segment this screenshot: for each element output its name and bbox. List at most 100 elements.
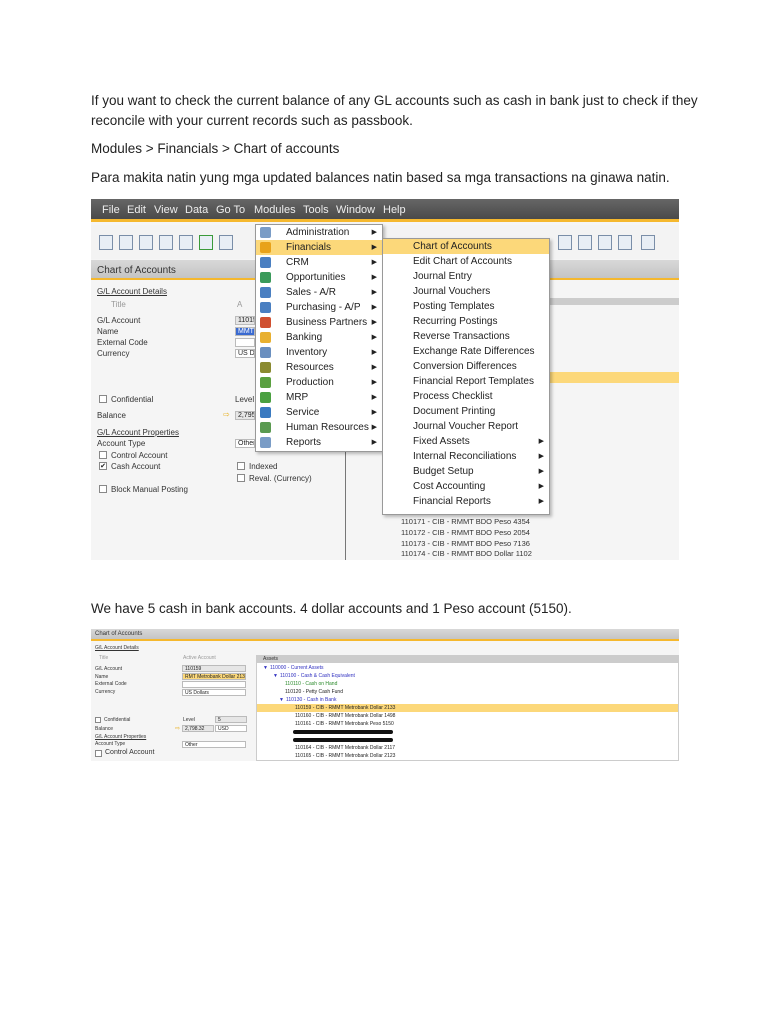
toolbar-icon[interactable] (558, 235, 572, 250)
menu-item-production[interactable]: Production ▶ (256, 375, 382, 390)
title-radio[interactable]: Title (111, 300, 126, 309)
menu-item-inventory[interactable]: Inventory ▶ (256, 345, 382, 360)
sms-icon[interactable] (159, 235, 173, 250)
submenu-item-cost-accounting[interactable]: Cost Accounting ▶ (383, 479, 549, 494)
currency-select[interactable]: US Dollars (182, 689, 246, 696)
tree-node[interactable]: 110165 - CIB - RMMT Metrobank Dollar 212… (293, 753, 395, 759)
currency-select[interactable]: US Do (235, 349, 255, 358)
tree-node[interactable]: 110120 - Petty Cash Fund (283, 689, 343, 695)
submenu-arrow-icon: ▶ (371, 409, 377, 416)
menu-help[interactable]: Help (383, 204, 406, 216)
tree-node[interactable]: 110164 - CIB - RMMT Metrobank Dollar 211… (293, 745, 395, 751)
balance-currency-select[interactable]: USD (215, 725, 247, 732)
submenu-item-recurring-postings[interactable]: Recurring Postings (383, 314, 549, 329)
menu-item-reports[interactable]: Reports ▶ (256, 435, 382, 450)
submenu-item-posting-templates[interactable]: Posting Templates (383, 299, 549, 314)
menu-edit[interactable]: Edit (127, 204, 146, 216)
expand-arrow-icon[interactable]: ▼ (263, 665, 268, 671)
word-icon[interactable] (219, 235, 233, 250)
print-icon[interactable] (119, 235, 133, 250)
menu-item-service[interactable]: Service ▶ (256, 405, 382, 420)
submenu-item-budget-setup[interactable]: Budget Setup ▶ (383, 464, 549, 479)
tree-node[interactable]: ▼ 110100 - Cash & Cash Equivalent (273, 673, 355, 679)
account-row[interactable]: 110172 - CIB - RMMT BDO Peso 2054 (401, 528, 530, 537)
balance-label: Balance (97, 411, 126, 420)
menu-data[interactable]: Data (185, 204, 208, 216)
excel-icon[interactable] (199, 235, 213, 250)
external-code-field[interactable] (235, 338, 255, 347)
submenu-item-document-printing[interactable]: Document Printing (383, 404, 549, 419)
account-type-select[interactable]: Other (235, 439, 255, 448)
submenu-item-edit-chart-of-accounts[interactable]: Edit Chart of Accounts (383, 254, 549, 269)
menu-file[interactable]: File (102, 204, 120, 216)
tree-node[interactable]: 110160 - CIB - RMMT Metrobank Dollar 149… (293, 713, 395, 719)
external-code-field[interactable] (182, 681, 246, 688)
tree-node[interactable]: 110159 - CIB - RMMT Metrobank Dollar 213… (293, 705, 395, 711)
submenu-item-financial-reports[interactable]: Financial Reports ▶ (383, 494, 549, 509)
submenu-item-journal-entry[interactable]: Journal Entry (383, 269, 549, 284)
tree-node-label: 110165 - CIB - RMMT Metrobank Dollar 212… (295, 753, 396, 759)
tree-node[interactable]: 110161 - CIB - RMMT Metrobank Peso 5150 (293, 721, 394, 727)
menu-modules[interactable]: Modules (254, 204, 296, 216)
toolbar-icon[interactable] (641, 235, 655, 250)
menu-item-opportunities[interactable]: Opportunities ▶ (256, 270, 382, 285)
arrow-link-icon[interactable]: ⇨ (223, 410, 230, 419)
submenu-item-reverse-transactions[interactable]: Reverse Transactions (383, 329, 549, 344)
submenu-item-internal-reconciliations[interactable]: Internal Reconciliations ▶ (383, 449, 549, 464)
active-radio[interactable]: A (237, 300, 242, 309)
menu-item-purchasing-a-p[interactable]: Purchasing - A/P ▶ (256, 300, 382, 315)
submenu-item-conversion-differences[interactable]: Conversion Differences (383, 359, 549, 374)
control-account-checkbox[interactable] (99, 451, 107, 459)
fax-icon[interactable] (179, 235, 193, 250)
email-icon[interactable] (139, 235, 153, 250)
selected-row[interactable] (549, 372, 679, 383)
account-row[interactable]: 110173 - CIB - RMMT BDO Peso 7136 (401, 539, 530, 548)
toolbar-icon[interactable] (598, 235, 612, 250)
submenu-item-exchange-rate-differences[interactable]: Exchange Rate Differences (383, 344, 549, 359)
name-field[interactable]: RMT Metrobank Dollar 2133 (182, 673, 246, 680)
active-radio[interactable]: Active Account (183, 655, 216, 661)
submenu-item-fixed-assets[interactable]: Fixed Assets ▶ (383, 434, 549, 449)
menu-window[interactable]: Window (336, 204, 375, 216)
tree-node[interactable]: ▼ 110000 - Current Assets (263, 665, 324, 671)
expand-arrow-icon[interactable]: ▼ (273, 673, 278, 679)
account-row[interactable]: 110171 - CIB - RMMT BDO Peso 4354 (401, 517, 530, 526)
menu-item-human-resources[interactable]: Human Resources ▶ (256, 420, 382, 435)
confidential-checkbox[interactable] (99, 395, 107, 403)
submenu-arrow-icon: ▶ (538, 483, 544, 490)
menu-tools[interactable]: Tools (303, 204, 329, 216)
control-account-checkbox[interactable] (95, 750, 102, 757)
toolbar-icon[interactable] (578, 235, 592, 250)
name-field[interactable]: MMT (235, 327, 255, 336)
menu-item-mrp[interactable]: MRP ▶ (256, 390, 382, 405)
gl-account-field[interactable]: 11015 (235, 316, 255, 325)
menu-item-financials[interactable]: Financials ▶ (256, 240, 382, 255)
submenu-item-process-checklist[interactable]: Process Checklist (383, 389, 549, 404)
confidential-checkbox[interactable] (95, 717, 101, 723)
menu-item-sales-a-r[interactable]: Sales - A/R ▶ (256, 285, 382, 300)
submenu-item-journal-vouchers[interactable]: Journal Vouchers (383, 284, 549, 299)
menu-item-resources[interactable]: Resources ▶ (256, 360, 382, 375)
submenu-item-journal-voucher-report[interactable]: Journal Voucher Report (383, 419, 549, 434)
tree-node[interactable]: ▼ 110130 - Cash in Bank (279, 697, 336, 703)
tree-node[interactable]: 110110 - Cash on Hand (283, 681, 337, 687)
title-radio[interactable]: Title (99, 655, 108, 661)
arrow-link-icon[interactable]: ⇨ (175, 725, 180, 732)
menu-item-banking[interactable]: Banking ▶ (256, 330, 382, 345)
expand-arrow-icon[interactable]: ▼ (279, 697, 284, 703)
reval-checkbox[interactable] (237, 474, 245, 482)
menu-item-business-partners[interactable]: Business Partners ▶ (256, 315, 382, 330)
block-manual-posting-checkbox[interactable] (99, 485, 107, 493)
cash-account-checkbox[interactable]: ✔ (99, 462, 107, 470)
menu-item-administration[interactable]: Administration ▶ (256, 225, 382, 240)
submenu-item-financial-report-templates[interactable]: Financial Report Templates (383, 374, 549, 389)
toolbar-icon[interactable] (618, 235, 632, 250)
menu-view[interactable]: View (154, 204, 178, 216)
account-row[interactable]: 110174 - CIB - RMMT BDO Dollar 1102 (401, 549, 532, 558)
menu-goto[interactable]: Go To (216, 204, 245, 216)
preview-icon[interactable] (99, 235, 113, 250)
indexed-checkbox[interactable] (237, 462, 245, 470)
account-type-select[interactable]: Other (182, 741, 246, 748)
submenu-item-chart-of-accounts[interactable]: Chart of Accounts (383, 239, 549, 254)
menu-item-crm[interactable]: CRM ▶ (256, 255, 382, 270)
